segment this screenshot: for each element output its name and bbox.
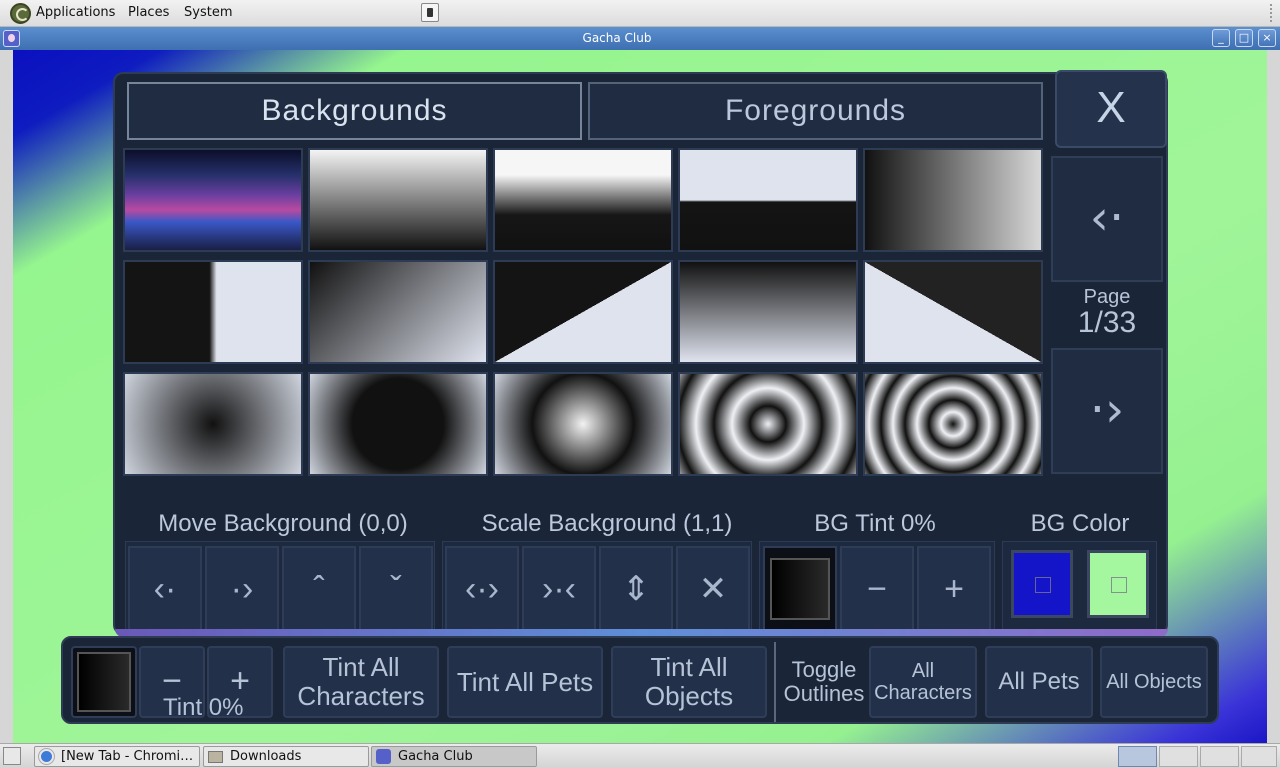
task-label: [New Tab - Chromi… [61,749,194,764]
background-panel: Backgrounds Foregrounds Move Background … [113,72,1168,637]
tint-all-characters-button[interactable]: Tint All Characters [283,646,439,718]
game-canvas: Backgrounds Foregrounds Move Background … [13,50,1267,743]
taskbar: [New Tab - Chromi… Downloads Gacha Club [0,743,1280,768]
bg-color-label: BG Color [1030,510,1130,537]
toggle-outlines-button[interactable]: Toggle Outlines [781,646,867,718]
background-thumb-diagonal-split[interactable] [493,260,673,364]
folder-icon [208,751,223,763]
places-menu[interactable]: Places [128,5,169,20]
task-gacha-club[interactable]: Gacha Club [371,746,537,767]
background-thumb-rings-2[interactable] [863,372,1043,476]
background-thumb-rings[interactable] [678,372,858,476]
workspace-4[interactable] [1241,746,1277,767]
task-label: Gacha Club [398,749,473,764]
tint-increase-button[interactable]: + [917,546,991,632]
page-number: 1/33 [1077,306,1137,339]
move-down-button[interactable]: ˇ [359,546,433,632]
window-title: Gacha Club [582,31,652,45]
tint-percent-label: Tint 0% [163,694,244,721]
show-desktop-icon[interactable] [3,747,21,765]
bg-color-primary-swatch[interactable] [1011,550,1073,618]
previous-page-button[interactable]: ‹· [1051,156,1163,282]
all-characters-button[interactable]: All Characters [869,646,977,718]
workspace-3[interactable] [1200,746,1239,767]
close-window-button[interactable]: × [1258,29,1276,47]
tab-foregrounds[interactable]: Foregrounds [588,82,1043,140]
scale-shorter-button[interactable]: ✕ [676,546,750,632]
move-up-button[interactable]: ˆ [282,546,356,632]
workspace-2[interactable] [1159,746,1198,767]
background-thumb-split-horizontal[interactable] [678,148,858,252]
scale-background-label: Scale Background (1,1) [481,510,733,537]
chromium-icon [39,749,54,764]
system-menu[interactable]: System [184,5,232,20]
panel-applet-icon[interactable] [421,3,439,22]
task-chromium[interactable]: [New Tab - Chromi… [34,746,200,767]
move-left-button[interactable]: ‹· [128,546,202,632]
all-pets-button[interactable]: All Pets [985,646,1093,718]
background-thumb-city[interactable] [123,148,303,252]
minimize-button[interactable]: _ [1212,29,1230,47]
gacha-app-icon [376,749,391,764]
background-thumb-fade-band[interactable] [493,148,673,252]
gnome-foot-icon[interactable] [10,3,31,24]
tint-decrease-button[interactable]: − [840,546,914,632]
task-label: Downloads [230,749,302,764]
background-thumb-split-vertical[interactable] [123,260,303,364]
toolbar-divider [774,642,776,722]
workspace-1[interactable] [1118,746,1157,767]
scale-taller-button[interactable]: ⇕ [599,546,673,632]
scale-narrower-button[interactable]: ›·‹ [522,546,596,632]
background-thumb-fade-up[interactable] [678,260,858,364]
page-indicator: Page 1/33 [1051,286,1163,339]
scale-wider-button[interactable]: ‹·› [445,546,519,632]
tab-backgrounds[interactable]: Backgrounds [127,82,582,140]
background-thumb-fade-down[interactable] [308,148,488,252]
applications-menu[interactable]: Applications [36,5,115,20]
character-tint-swatch[interactable] [71,646,137,718]
background-thumb-radial-ring[interactable] [493,372,673,476]
move-right-button[interactable]: ·› [205,546,279,632]
panel-handle [1270,4,1274,22]
background-thumb-diagonal-fade[interactable] [308,260,488,364]
close-button[interactable]: X [1055,70,1167,148]
move-background-label: Move Background (0,0) [158,510,408,537]
background-thumb-radial-spot[interactable] [308,372,488,476]
maximize-button[interactable]: □ [1235,29,1253,47]
background-thumb-radial-dark[interactable] [123,372,303,476]
next-page-button[interactable]: ·› [1051,348,1163,474]
background-thumb-diagonal-split-2[interactable] [863,260,1043,364]
bg-color-secondary-swatch[interactable] [1087,550,1149,618]
bottom-toolbar: − + Tint 0% Tint All Characters Tint All… [61,636,1219,724]
top-panel: Applications Places System [0,0,1280,27]
background-thumb-fade-right[interactable] [863,148,1043,252]
tint-all-pets-button[interactable]: Tint All Pets [447,646,603,718]
window-titlebar[interactable]: Gacha Club _ □ × [0,27,1280,50]
bg-tint-label: BG Tint 0% [814,510,936,537]
chevron-left-icon: ‹· [1089,190,1125,246]
chevron-right-icon: ·› [1089,382,1125,438]
all-objects-button[interactable]: All Objects [1100,646,1208,718]
task-downloads[interactable]: Downloads [203,746,369,767]
tint-all-objects-button[interactable]: Tint All Objects [611,646,767,718]
tint-preview-swatch[interactable] [763,546,837,632]
